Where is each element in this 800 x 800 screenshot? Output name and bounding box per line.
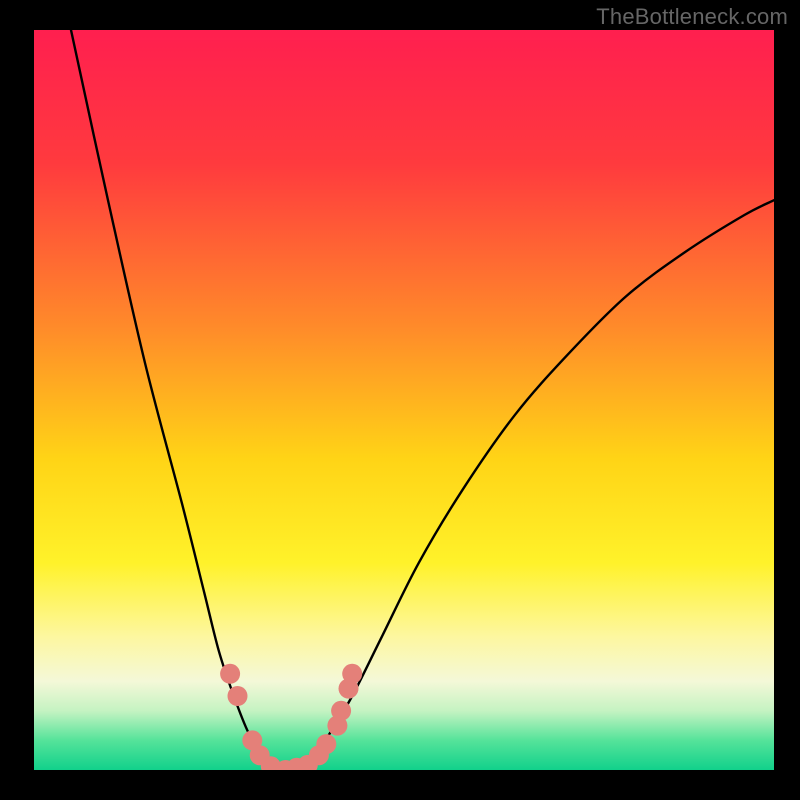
bottleneck-chart bbox=[0, 0, 800, 800]
heat-gradient-background bbox=[34, 30, 774, 770]
marker-dot bbox=[316, 734, 336, 754]
chart-frame: TheBottleneck.com bbox=[0, 0, 800, 800]
marker-dot bbox=[331, 701, 351, 721]
marker-dot bbox=[228, 686, 248, 706]
marker-dot bbox=[342, 664, 362, 684]
marker-dot bbox=[220, 664, 240, 684]
